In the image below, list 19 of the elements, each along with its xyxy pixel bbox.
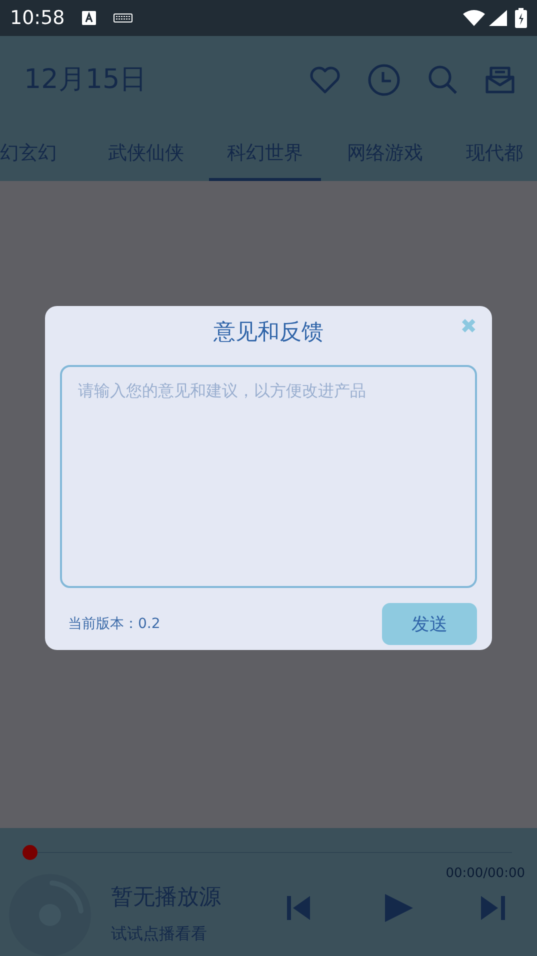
signal-icon: [489, 10, 507, 26]
feedback-field[interactable]: 请输入您的意见和建议，以方便改进产品: [60, 365, 477, 588]
keyboard-icon: [112, 13, 133, 23]
clock-time: 10:58: [10, 6, 65, 31]
mail-icon[interactable]: [485, 65, 515, 95]
previous-button[interactable]: [287, 896, 311, 920]
close-button[interactable]: ✖: [460, 316, 477, 336]
clock-icon[interactable]: [367, 63, 401, 97]
search-icon[interactable]: [427, 64, 459, 96]
send-button[interactable]: 发送: [382, 603, 477, 645]
heart-icon[interactable]: [309, 66, 341, 94]
next-button[interactable]: [481, 896, 505, 920]
play-button[interactable]: [385, 894, 413, 922]
progress-thumb[interactable]: [22, 845, 38, 860]
version-text: 当前版本：0.2: [67, 614, 160, 634]
dialog-title: 意见和反馈: [214, 320, 324, 345]
battery-icon: [515, 8, 527, 28]
wifi-icon: [463, 10, 485, 26]
keyboard-letter-icon: [80, 10, 97, 26]
